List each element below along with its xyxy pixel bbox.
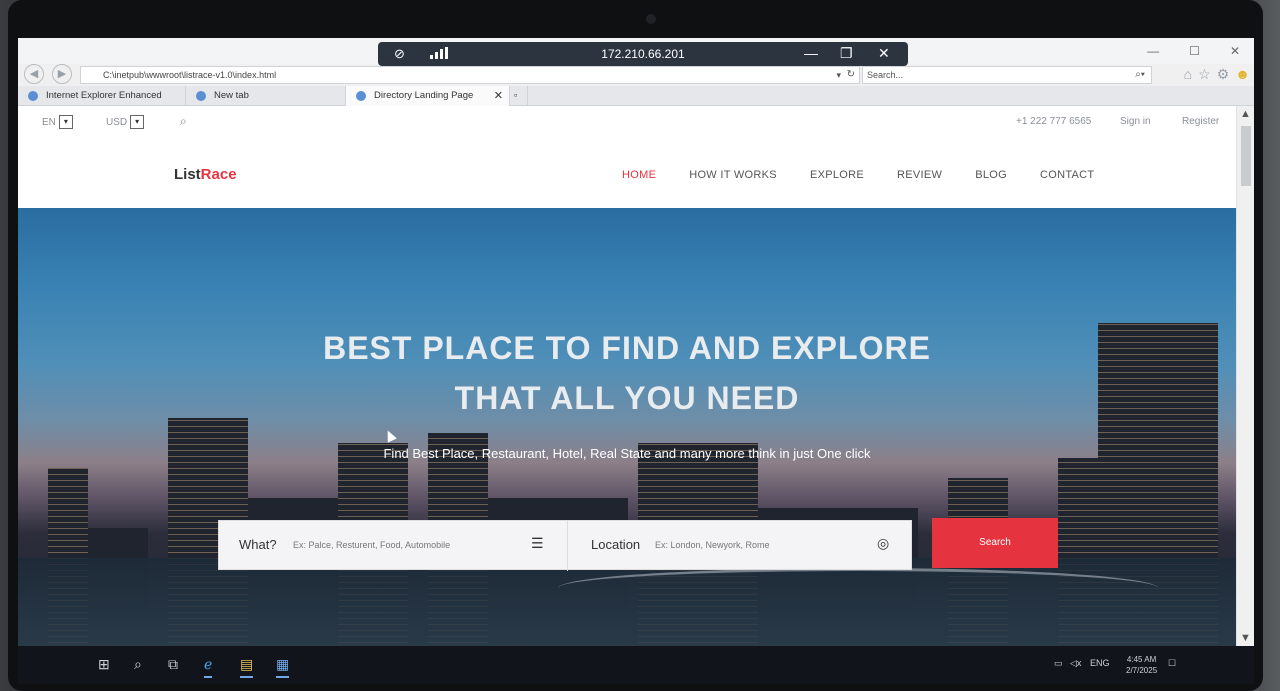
clock[interactable]: 4:45 AM 2/7/2025 bbox=[1126, 654, 1157, 676]
page-scrollbar[interactable]: ▲ ▼ bbox=[1236, 106, 1254, 646]
logo-text-race: Race bbox=[200, 166, 237, 183]
search-icon[interactable]: ⌕ bbox=[134, 656, 142, 673]
window-maximize-button[interactable]: ☐ bbox=[1189, 44, 1200, 58]
nav-home[interactable]: HOME bbox=[622, 169, 656, 181]
clock-time: 4:45 AM bbox=[1126, 655, 1157, 664]
directory-search-form: What? Ex: Palce, Resturent, Food, Automo… bbox=[218, 520, 912, 571]
site-logo[interactable]: ListRace bbox=[174, 166, 237, 183]
address-dropdown-icon[interactable]: ▾ bbox=[836, 67, 841, 83]
location-label: Location bbox=[591, 537, 641, 552]
network-icon[interactable]: ▭ bbox=[1054, 658, 1063, 669]
nav-explore[interactable]: EXPLORE bbox=[810, 169, 864, 181]
new-tab-button[interactable]: ▫ bbox=[510, 86, 528, 106]
nav-menu: HOME HOW IT WORKS EXPLORE REVIEW BLOG CO… bbox=[622, 169, 1127, 181]
windows-taskbar: ⊞ ⌕ ⧉ ℯ ▤ ▦ ▭ ◁x ENG 4:45 AM 2/7/2025 ☐ bbox=[18, 646, 1254, 684]
refresh-icon[interactable]: ↻ bbox=[847, 67, 855, 83]
hero-title-line2: THAT ALL YOU NEED bbox=[454, 380, 800, 416]
favorites-star-icon[interactable]: ☆ bbox=[1198, 66, 1211, 83]
hero-subtitle: Find Best Place, Restaurant, Hotel, Real… bbox=[383, 446, 871, 461]
rdp-host-ip: 172.210.66.201 bbox=[601, 47, 685, 61]
webcam bbox=[646, 14, 656, 24]
rdp-restore-button[interactable]: ❐ bbox=[840, 45, 853, 62]
tab-label: New tab bbox=[214, 90, 249, 101]
task-view-icon[interactable]: ⧉ bbox=[168, 656, 178, 673]
list-icon[interactable]: ☰ bbox=[531, 535, 544, 552]
window-controls: — ☐ ✕ bbox=[1147, 44, 1240, 58]
currency-value: USD bbox=[106, 116, 128, 128]
what-input[interactable]: Ex: Palce, Resturent, Food, Automobile bbox=[293, 540, 450, 550]
location-input[interactable]: Ex: London, Newyork, Rome bbox=[655, 540, 770, 550]
close-tab-icon[interactable]: ✕ bbox=[494, 86, 503, 106]
sign-in-link[interactable]: Sign in bbox=[1120, 116, 1151, 127]
server-manager-icon[interactable]: ▦ bbox=[276, 656, 290, 678]
tab-label: Directory Landing Page bbox=[374, 90, 474, 101]
rdp-connection-bar: ⊘ 172.210.66.201 — ❐ ✕ bbox=[378, 42, 908, 66]
mouse-cursor-icon bbox=[383, 428, 397, 443]
back-button[interactable]: ◀ bbox=[24, 64, 44, 84]
input-language[interactable]: ENG bbox=[1090, 658, 1110, 668]
address-bar-row: ◀ ▶ C:\inetpub\wwwroot\listrace-v1.0\ind… bbox=[18, 64, 1254, 86]
notifications-icon[interactable]: ☐ bbox=[1168, 658, 1176, 669]
scroll-thumb[interactable] bbox=[1241, 126, 1251, 186]
currency-select[interactable]: USD ▾ bbox=[106, 115, 145, 129]
home-icon[interactable]: ⌂ bbox=[1184, 66, 1192, 83]
main-navbar: ListRace HOME HOW IT WORKS EXPLORE REVIE… bbox=[18, 140, 1236, 208]
clock-date: 2/7/2025 bbox=[1126, 666, 1158, 675]
top-info-bar: EN ▾ USD ▾ ⌕ +1 222 777 6565 Sign in Reg… bbox=[18, 106, 1236, 140]
forward-button[interactable]: ▶ bbox=[52, 64, 72, 84]
search-button[interactable]: Search bbox=[932, 518, 1058, 568]
language-select[interactable]: EN ▾ bbox=[42, 115, 73, 129]
tab-ie-enhanced-security[interactable]: Internet Explorer Enhanced Sec... bbox=[18, 86, 186, 121]
nav-contact[interactable]: CONTACT bbox=[1040, 169, 1094, 181]
phone-number: +1 222 777 6565 bbox=[1016, 116, 1092, 127]
rdp-minimize-button[interactable]: — bbox=[804, 45, 818, 61]
chevron-down-icon: ▾ bbox=[58, 115, 73, 129]
scroll-down-icon[interactable]: ▼ bbox=[1240, 632, 1251, 644]
logo-text-list: List bbox=[174, 166, 201, 183]
volume-icon[interactable]: ◁x bbox=[1070, 658, 1081, 669]
register-link[interactable]: Register bbox=[1182, 116, 1219, 127]
screen: ⊘ 172.210.66.201 — ❐ ✕ — ☐ ✕ ◀ ▶ C:\inet… bbox=[18, 38, 1254, 684]
tab-directory-landing-page[interactable]: Directory Landing Page ✕ bbox=[346, 86, 510, 106]
locate-target-icon[interactable]: ◎ bbox=[877, 535, 889, 552]
window-close-button[interactable]: ✕ bbox=[1230, 44, 1240, 58]
browser-search-placeholder: Search... bbox=[867, 70, 904, 80]
hero-section: BEST PLACE TO FIND AND EXPLORE THAT ALL … bbox=[18, 208, 1236, 646]
ie-favicon-icon bbox=[28, 91, 38, 101]
ie-favicon-icon bbox=[356, 91, 366, 101]
feedback-smiley-icon[interactable]: ☻ bbox=[1235, 66, 1250, 83]
search-icon[interactable]: ⌕ bbox=[180, 114, 187, 129]
bridge-arc bbox=[558, 568, 1158, 608]
nav-review[interactable]: REVIEW bbox=[897, 169, 942, 181]
ie-favicon-icon bbox=[196, 91, 206, 101]
language-value: EN bbox=[42, 116, 56, 128]
tab-strip: Internet Explorer Enhanced Sec... New ta… bbox=[18, 86, 1254, 121]
browser-toolbar-icons: ⌂ ☆ ⚙ ☻ bbox=[1184, 66, 1250, 83]
internet-explorer-icon[interactable]: ℯ bbox=[204, 656, 213, 678]
url-text: C:\inetpub\wwwroot\listrace-v1.0\index.h… bbox=[103, 70, 277, 80]
address-input[interactable]: C:\inetpub\wwwroot\listrace-v1.0\index.h… bbox=[80, 66, 860, 84]
window-minimize-button[interactable]: — bbox=[1147, 44, 1159, 58]
nav-how-it-works[interactable]: HOW IT WORKS bbox=[689, 169, 777, 181]
browser-search-input[interactable]: Search... ⌕▾ bbox=[862, 66, 1152, 84]
file-explorer-icon[interactable]: ▤ bbox=[240, 656, 254, 678]
settings-gear-icon[interactable]: ⚙ bbox=[1217, 66, 1230, 83]
chevron-down-icon: ▾ bbox=[130, 115, 145, 129]
hero-title-line1: BEST PLACE TO FIND AND EXPLORE bbox=[323, 330, 931, 366]
search-icon[interactable]: ⌕▾ bbox=[1135, 67, 1145, 83]
web-page: EN ▾ USD ▾ ⌕ +1 222 777 6565 Sign in Reg… bbox=[18, 106, 1236, 646]
what-label: What? bbox=[239, 537, 277, 552]
scroll-up-icon[interactable]: ▲ bbox=[1240, 108, 1251, 120]
rdp-close-button[interactable]: ✕ bbox=[878, 45, 890, 62]
field-divider bbox=[567, 521, 568, 571]
start-windows-icon[interactable]: ⊞ bbox=[98, 656, 110, 673]
nav-blog[interactable]: BLOG bbox=[975, 169, 1007, 181]
tab-new-tab[interactable]: New tab bbox=[186, 86, 346, 106]
